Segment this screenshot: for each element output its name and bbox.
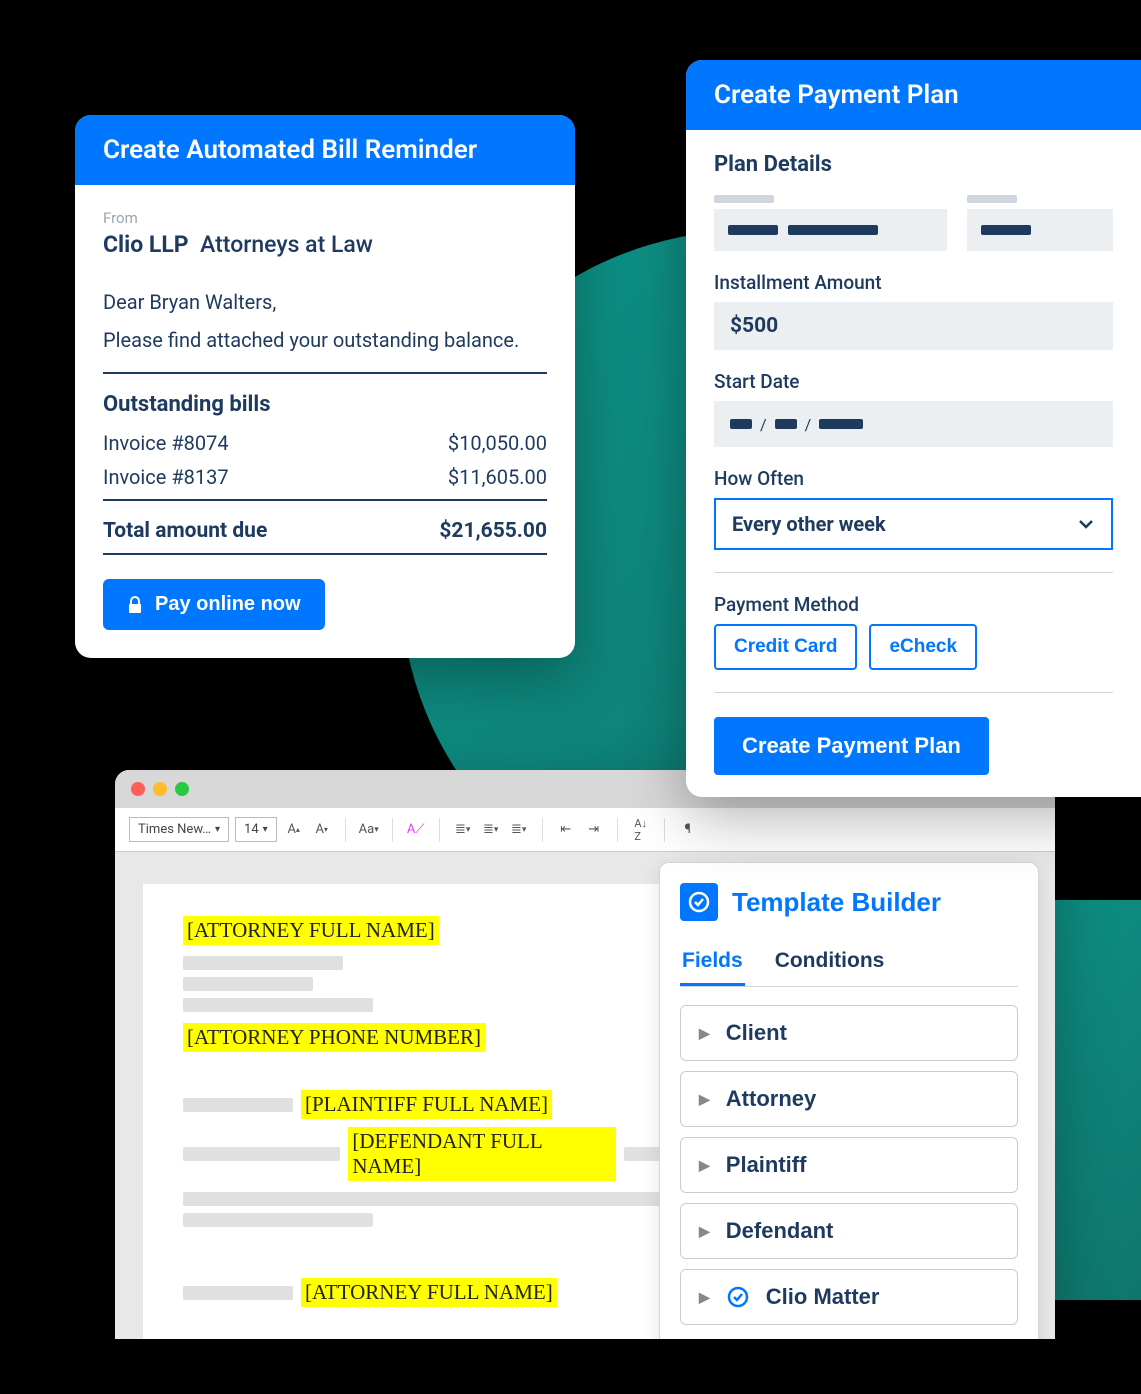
- credit-card-chip[interactable]: Credit Card: [714, 624, 857, 670]
- minimize-dot-icon[interactable]: [153, 782, 167, 796]
- triangle-right-icon: ▶: [699, 1223, 710, 1240]
- invoice-row: Invoice #8137$11,605.00: [103, 465, 547, 489]
- multilevel-list-icon[interactable]: ≣▾: [508, 819, 530, 841]
- font-size-select[interactable]: 14 ▾: [235, 817, 277, 842]
- document-editor-window: Times New… ▾ 14 ▾ A▴ A▾ Aa ▾ A⟋ ≣▾ ≣▾ ≣▾…: [115, 770, 1055, 1339]
- template-builder-title: Template Builder: [732, 887, 941, 918]
- tab-fields[interactable]: Fields: [680, 939, 745, 986]
- close-dot-icon[interactable]: [131, 782, 145, 796]
- decrease-font-icon[interactable]: A▾: [311, 819, 333, 841]
- clear-formatting-icon[interactable]: A⟋: [405, 819, 427, 841]
- installment-label: Installment Amount: [714, 271, 1113, 294]
- payment-plan-card: Create Payment Plan Plan Details Install…: [686, 60, 1141, 797]
- payment-plan-title: Create Payment Plan: [686, 60, 1141, 130]
- lock-icon: [127, 596, 143, 614]
- outstanding-bills-heading: Outstanding bills: [103, 392, 547, 417]
- pay-online-button[interactable]: Pay online now: [103, 579, 325, 630]
- triangle-right-icon: ▶: [699, 1091, 710, 1108]
- maximize-dot-icon[interactable]: [175, 782, 189, 796]
- template-builder-logo-icon: [680, 883, 718, 921]
- editor-toolbar: Times New… ▾ 14 ▾ A▴ A▾ Aa ▾ A⟋ ≣▾ ≣▾ ≣▾…: [115, 808, 1055, 852]
- from-value: Clio LLP Attorneys at Law: [103, 231, 547, 258]
- bill-reminder-title: Create Automated Bill Reminder: [75, 115, 575, 185]
- paragraph-marks-icon[interactable]: ¶: [677, 819, 699, 841]
- merge-field-plaintiff-name: [PLAINTIFF FULL NAME]: [301, 1090, 552, 1119]
- triangle-right-icon: ▶: [699, 1289, 710, 1306]
- clio-check-icon: [726, 1285, 750, 1309]
- document-page[interactable]: [ATTORNEY FULL NAME] [ATTORNEY PHONE NUM…: [143, 884, 703, 1339]
- chevron-down-icon: [1077, 515, 1095, 533]
- field-group-attorney[interactable]: ▶Attorney: [680, 1071, 1018, 1127]
- bullet-list-icon[interactable]: ≣▾: [452, 819, 474, 841]
- create-payment-plan-button[interactable]: Create Payment Plan: [714, 717, 989, 775]
- installment-input[interactable]: $500: [714, 302, 1113, 350]
- increase-indent-icon[interactable]: ⇥: [583, 819, 605, 841]
- field-group-defendant[interactable]: ▶Defendant: [680, 1203, 1018, 1259]
- font-family-select[interactable]: Times New… ▾: [129, 817, 229, 842]
- start-date-label: Start Date: [714, 370, 1113, 393]
- echeck-chip[interactable]: eCheck: [869, 624, 977, 670]
- merge-field-attorney-name-2: [ATTORNEY FULL NAME]: [301, 1278, 557, 1307]
- field-group-plaintiff[interactable]: ▶Plaintiff: [680, 1137, 1018, 1193]
- template-builder-panel: Template Builder Fields Conditions ▶Clie…: [659, 862, 1039, 1339]
- sort-icon[interactable]: A↓Z: [630, 819, 652, 841]
- plan-details-heading: Plan Details: [714, 152, 1113, 177]
- merge-field-attorney-phone: [ATTORNEY PHONE NUMBER]: [183, 1023, 485, 1052]
- merge-field-defendant-name: [DEFENDANT FULL NAME]: [348, 1127, 615, 1181]
- numbered-list-icon[interactable]: ≣▾: [480, 819, 502, 841]
- triangle-right-icon: ▶: [699, 1157, 710, 1174]
- merge-field-attorney-name: [ATTORNEY FULL NAME]: [183, 916, 439, 945]
- field-group-clio-matter[interactable]: ▶ Clio Matter: [680, 1269, 1018, 1325]
- greeting-text: Dear Bryan Walters,: [103, 286, 547, 318]
- change-case-icon[interactable]: Aa ▾: [358, 819, 380, 841]
- increase-font-icon[interactable]: A▴: [283, 819, 305, 841]
- how-often-select[interactable]: Every other week: [714, 498, 1113, 550]
- how-often-label: How Often: [714, 467, 1113, 490]
- tab-conditions[interactable]: Conditions: [773, 939, 887, 986]
- invoice-row: Invoice #8074$10,050.00: [103, 431, 547, 455]
- message-text: Please find attached your outstanding ba…: [103, 324, 547, 356]
- placeholder-input[interactable]: [967, 209, 1113, 251]
- placeholder-input[interactable]: [714, 209, 947, 251]
- bill-reminder-card: Create Automated Bill Reminder From Clio…: [75, 115, 575, 658]
- payment-method-label: Payment Method: [714, 593, 1113, 616]
- from-label: From: [103, 209, 547, 227]
- decrease-indent-icon[interactable]: ⇤: [555, 819, 577, 841]
- start-date-input[interactable]: //: [714, 401, 1113, 447]
- field-group-client[interactable]: ▶Client: [680, 1005, 1018, 1061]
- total-row: Total amount due$21,655.00: [103, 519, 547, 543]
- triangle-right-icon: ▶: [699, 1025, 710, 1042]
